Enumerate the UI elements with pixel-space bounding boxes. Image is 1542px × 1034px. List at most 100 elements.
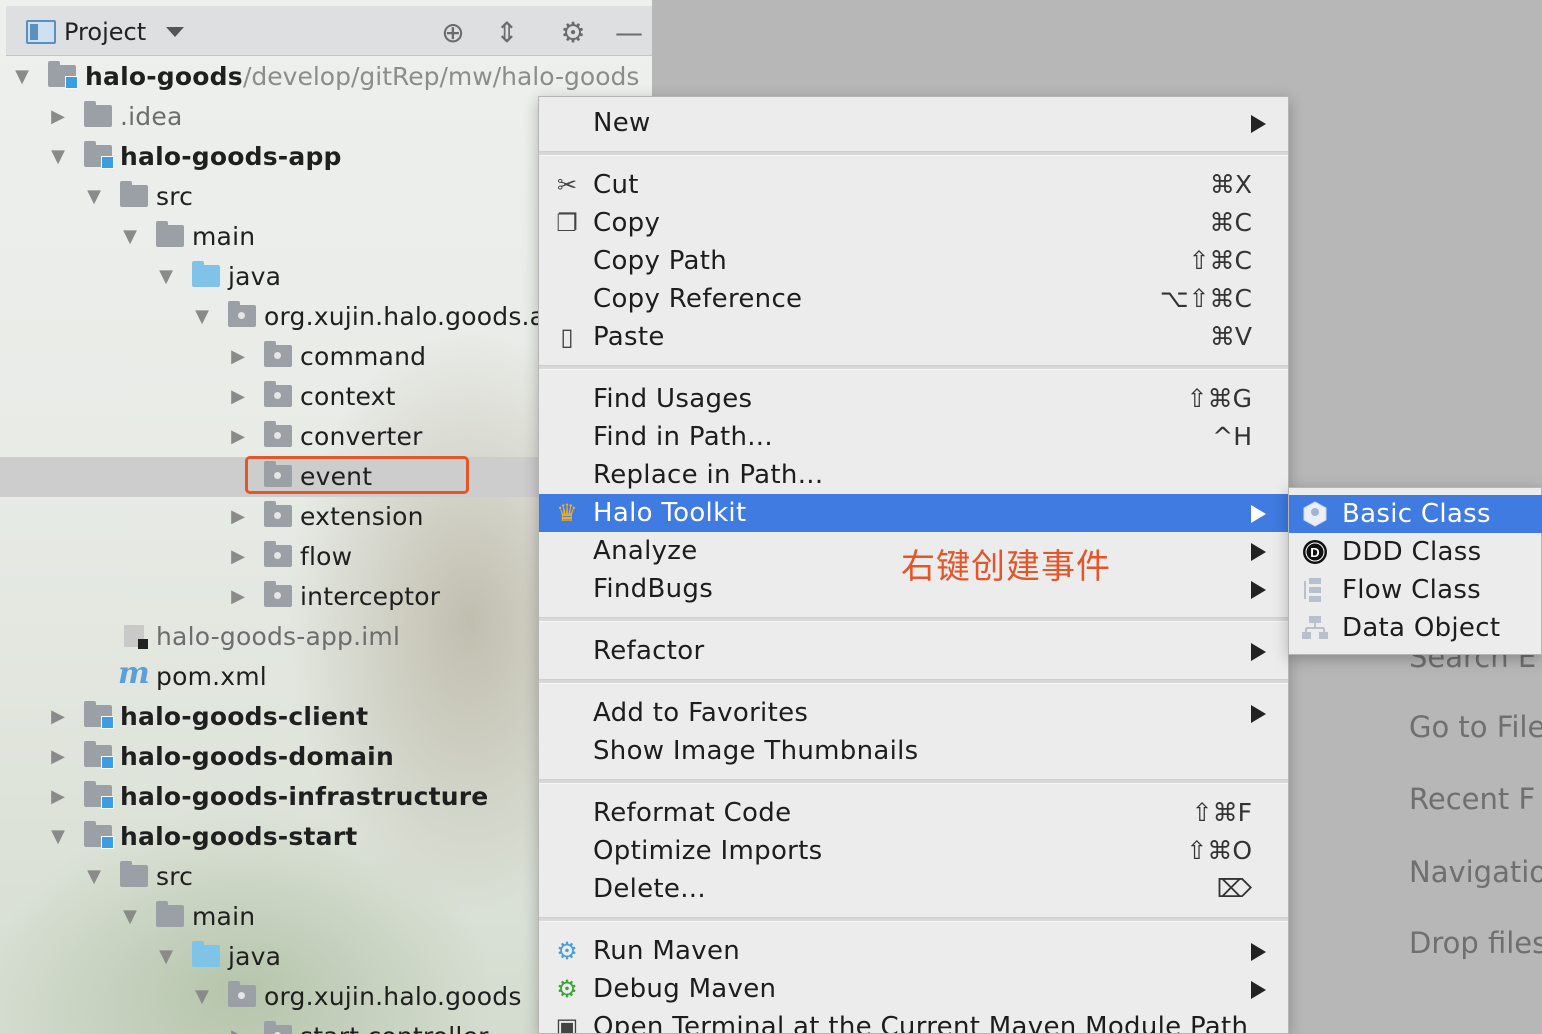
tree-label: halo-goods-app.iml: [156, 622, 401, 651]
collapsed-arrow-icon[interactable]: ▶: [228, 387, 248, 407]
halo-toolkit-submenu: Basic Class D DDD Class Flow Class Data …: [1288, 487, 1542, 655]
menu-separator: [539, 617, 1288, 622]
menu-separator: [539, 679, 1288, 684]
expanded-arrow-icon[interactable]: ▼: [120, 227, 140, 247]
tree-label: halo-goods-client: [120, 702, 369, 731]
menu-item-shortcut: ⌘V: [1209, 322, 1252, 351]
menu-item-find-in-path[interactable]: Find in Path... ^H: [539, 418, 1288, 456]
collapsed-arrow-icon[interactable]: ▶: [228, 1027, 248, 1034]
menu-item-delete[interactable]: Delete... ⌦: [539, 870, 1288, 908]
expanded-arrow-icon[interactable]: ▼: [192, 307, 212, 327]
collapsed-arrow-icon[interactable]: ▶: [48, 747, 68, 767]
submenu-item-data-object[interactable]: Data Object: [1289, 609, 1542, 647]
collapse-all-icon[interactable]: ⇕: [490, 16, 524, 50]
menu-item-refactor[interactable]: Refactor: [539, 632, 1288, 670]
copy-icon: ❐: [556, 209, 578, 237]
ddd-class-icon: D: [1303, 540, 1327, 564]
project-panel-title[interactable]: Project: [64, 18, 146, 46]
module-icon: [48, 61, 78, 89]
tree-label: src: [156, 182, 194, 211]
menu-item-label: Replace in Path...: [593, 460, 824, 490]
expanded-arrow-icon[interactable]: ▼: [156, 267, 176, 287]
menu-item-debug-maven[interactable]: ⚙ Debug Maven: [539, 970, 1288, 1008]
tree-root-path: /develop/gitRep/mw/halo-goods: [243, 62, 640, 91]
expanded-arrow-icon[interactable]: ▼: [120, 907, 140, 927]
menu-item-label: Run Maven: [593, 936, 741, 966]
submenu-item-basic-class[interactable]: Basic Class: [1289, 495, 1542, 533]
submenu-item-label: DDD Class: [1342, 537, 1482, 567]
submenu-item-label: Flow Class: [1342, 575, 1482, 605]
folder-icon: [156, 221, 184, 247]
menu-item-add-to-favorites[interactable]: Add to Favorites: [539, 694, 1288, 732]
annotation-text: 右键创建事件: [901, 547, 1111, 587]
submenu-item-flow-class[interactable]: Flow Class: [1289, 571, 1542, 609]
expanded-arrow-icon[interactable]: ▼: [84, 187, 104, 207]
collapsed-arrow-icon[interactable]: ▶: [228, 347, 248, 367]
menu-item-shortcut: ^H: [1212, 422, 1252, 451]
menu-item-show-image-thumbnails[interactable]: Show Image Thumbnails: [539, 732, 1288, 770]
gear-icon[interactable]: ⚙: [556, 16, 590, 50]
menu-item-copy[interactable]: ❐ Copy ⌘C: [539, 204, 1288, 242]
terminal-icon: ▣: [555, 1013, 579, 1034]
expanded-arrow-icon[interactable]: ▼: [84, 867, 104, 887]
menu-item-copy-path[interactable]: Copy Path ⇧⌘C: [539, 242, 1288, 280]
submenu-item-label: Basic Class: [1342, 499, 1491, 529]
collapsed-arrow-icon[interactable]: ▶: [48, 107, 68, 127]
menu-item-label: Debug Maven: [593, 974, 777, 1004]
folder-icon: [156, 901, 184, 927]
menu-item-label: Halo Toolkit: [593, 498, 747, 528]
locate-icon[interactable]: ⊕: [436, 16, 470, 50]
menu-separator: [539, 151, 1288, 156]
menu-item-halo-toolkit[interactable]: ♛ Halo Toolkit: [539, 494, 1288, 532]
submenu-arrow-icon: [1251, 115, 1266, 133]
expanded-arrow-icon[interactable]: ▼: [156, 947, 176, 967]
event-highlight-box: [245, 456, 469, 494]
collapsed-arrow-icon[interactable]: ▶: [228, 587, 248, 607]
collapsed-arrow-icon[interactable]: ▶: [228, 507, 248, 527]
gear-green-icon: ⚙: [556, 975, 578, 1003]
menu-separator: [539, 365, 1288, 370]
welcome-hint-navigation: Navigatio: [1409, 855, 1542, 889]
expanded-arrow-icon[interactable]: ▼: [48, 827, 68, 847]
module-icon: [84, 821, 114, 849]
crown-icon: ♛: [556, 499, 578, 527]
collapsed-arrow-icon[interactable]: ▶: [228, 547, 248, 567]
menu-item-copy-reference[interactable]: Copy Reference ⌥⇧⌘C: [539, 280, 1288, 318]
menu-separator: [539, 917, 1288, 922]
menu-item-shortcut: ⌘X: [1209, 170, 1252, 199]
data-object-icon: [1302, 616, 1328, 639]
expanded-arrow-icon[interactable]: ▼: [192, 987, 212, 1007]
collapsed-arrow-icon[interactable]: ▶: [228, 427, 248, 447]
menu-item-shortcut: ⌦: [1216, 874, 1252, 903]
menu-item-open-terminal[interactable]: ▣ Open Terminal at the Current Maven Mod…: [539, 1008, 1288, 1034]
menu-item-label: Copy Path: [593, 246, 728, 276]
tree-row-root[interactable]: ▼ halo-goods /develop/gitRep/mw/halo-goo…: [0, 57, 652, 97]
submenu-arrow-icon: [1251, 543, 1266, 561]
menu-item-paste[interactable]: ▯ Paste ⌘V: [539, 318, 1288, 356]
menu-item-run-maven[interactable]: ⚙ Run Maven: [539, 932, 1288, 970]
expanded-arrow-icon[interactable]: ▼: [48, 147, 68, 167]
tree-label: org.xujin.halo.goods: [264, 982, 522, 1011]
basic-class-icon: [1303, 501, 1327, 527]
submenu-item-ddd-class[interactable]: D DDD Class: [1289, 533, 1542, 571]
tree-label: halo-goods-infrastructure: [120, 782, 489, 811]
menu-item-optimize-imports[interactable]: Optimize Imports ⇧⌘O: [539, 832, 1288, 870]
source-folder-icon: [192, 941, 220, 967]
menu-item-find-usages[interactable]: Find Usages ⇧⌘G: [539, 380, 1288, 418]
collapsed-arrow-icon[interactable]: ▶: [48, 787, 68, 807]
menu-item-reformat-code[interactable]: Reformat Code ⇧⌘F: [539, 794, 1288, 832]
menu-item-replace-in-path[interactable]: Replace in Path...: [539, 456, 1288, 494]
collapsed-arrow-icon[interactable]: ▶: [48, 707, 68, 727]
tree-label: java: [228, 262, 282, 291]
chevron-down-icon[interactable]: [166, 27, 184, 37]
package-icon: [264, 541, 292, 567]
package-icon: [228, 301, 256, 327]
menu-item-label: Delete...: [593, 874, 706, 904]
expanded-arrow-icon[interactable]: ▼: [12, 67, 32, 87]
minimize-icon[interactable]: —: [612, 16, 646, 50]
menu-item-cut[interactable]: ✂ Cut ⌘X: [539, 166, 1288, 204]
tree-label: halo-goods-app: [120, 142, 342, 171]
tree-label: extension: [300, 502, 424, 531]
menu-item-new[interactable]: New: [539, 104, 1288, 142]
package-icon: [264, 581, 292, 607]
